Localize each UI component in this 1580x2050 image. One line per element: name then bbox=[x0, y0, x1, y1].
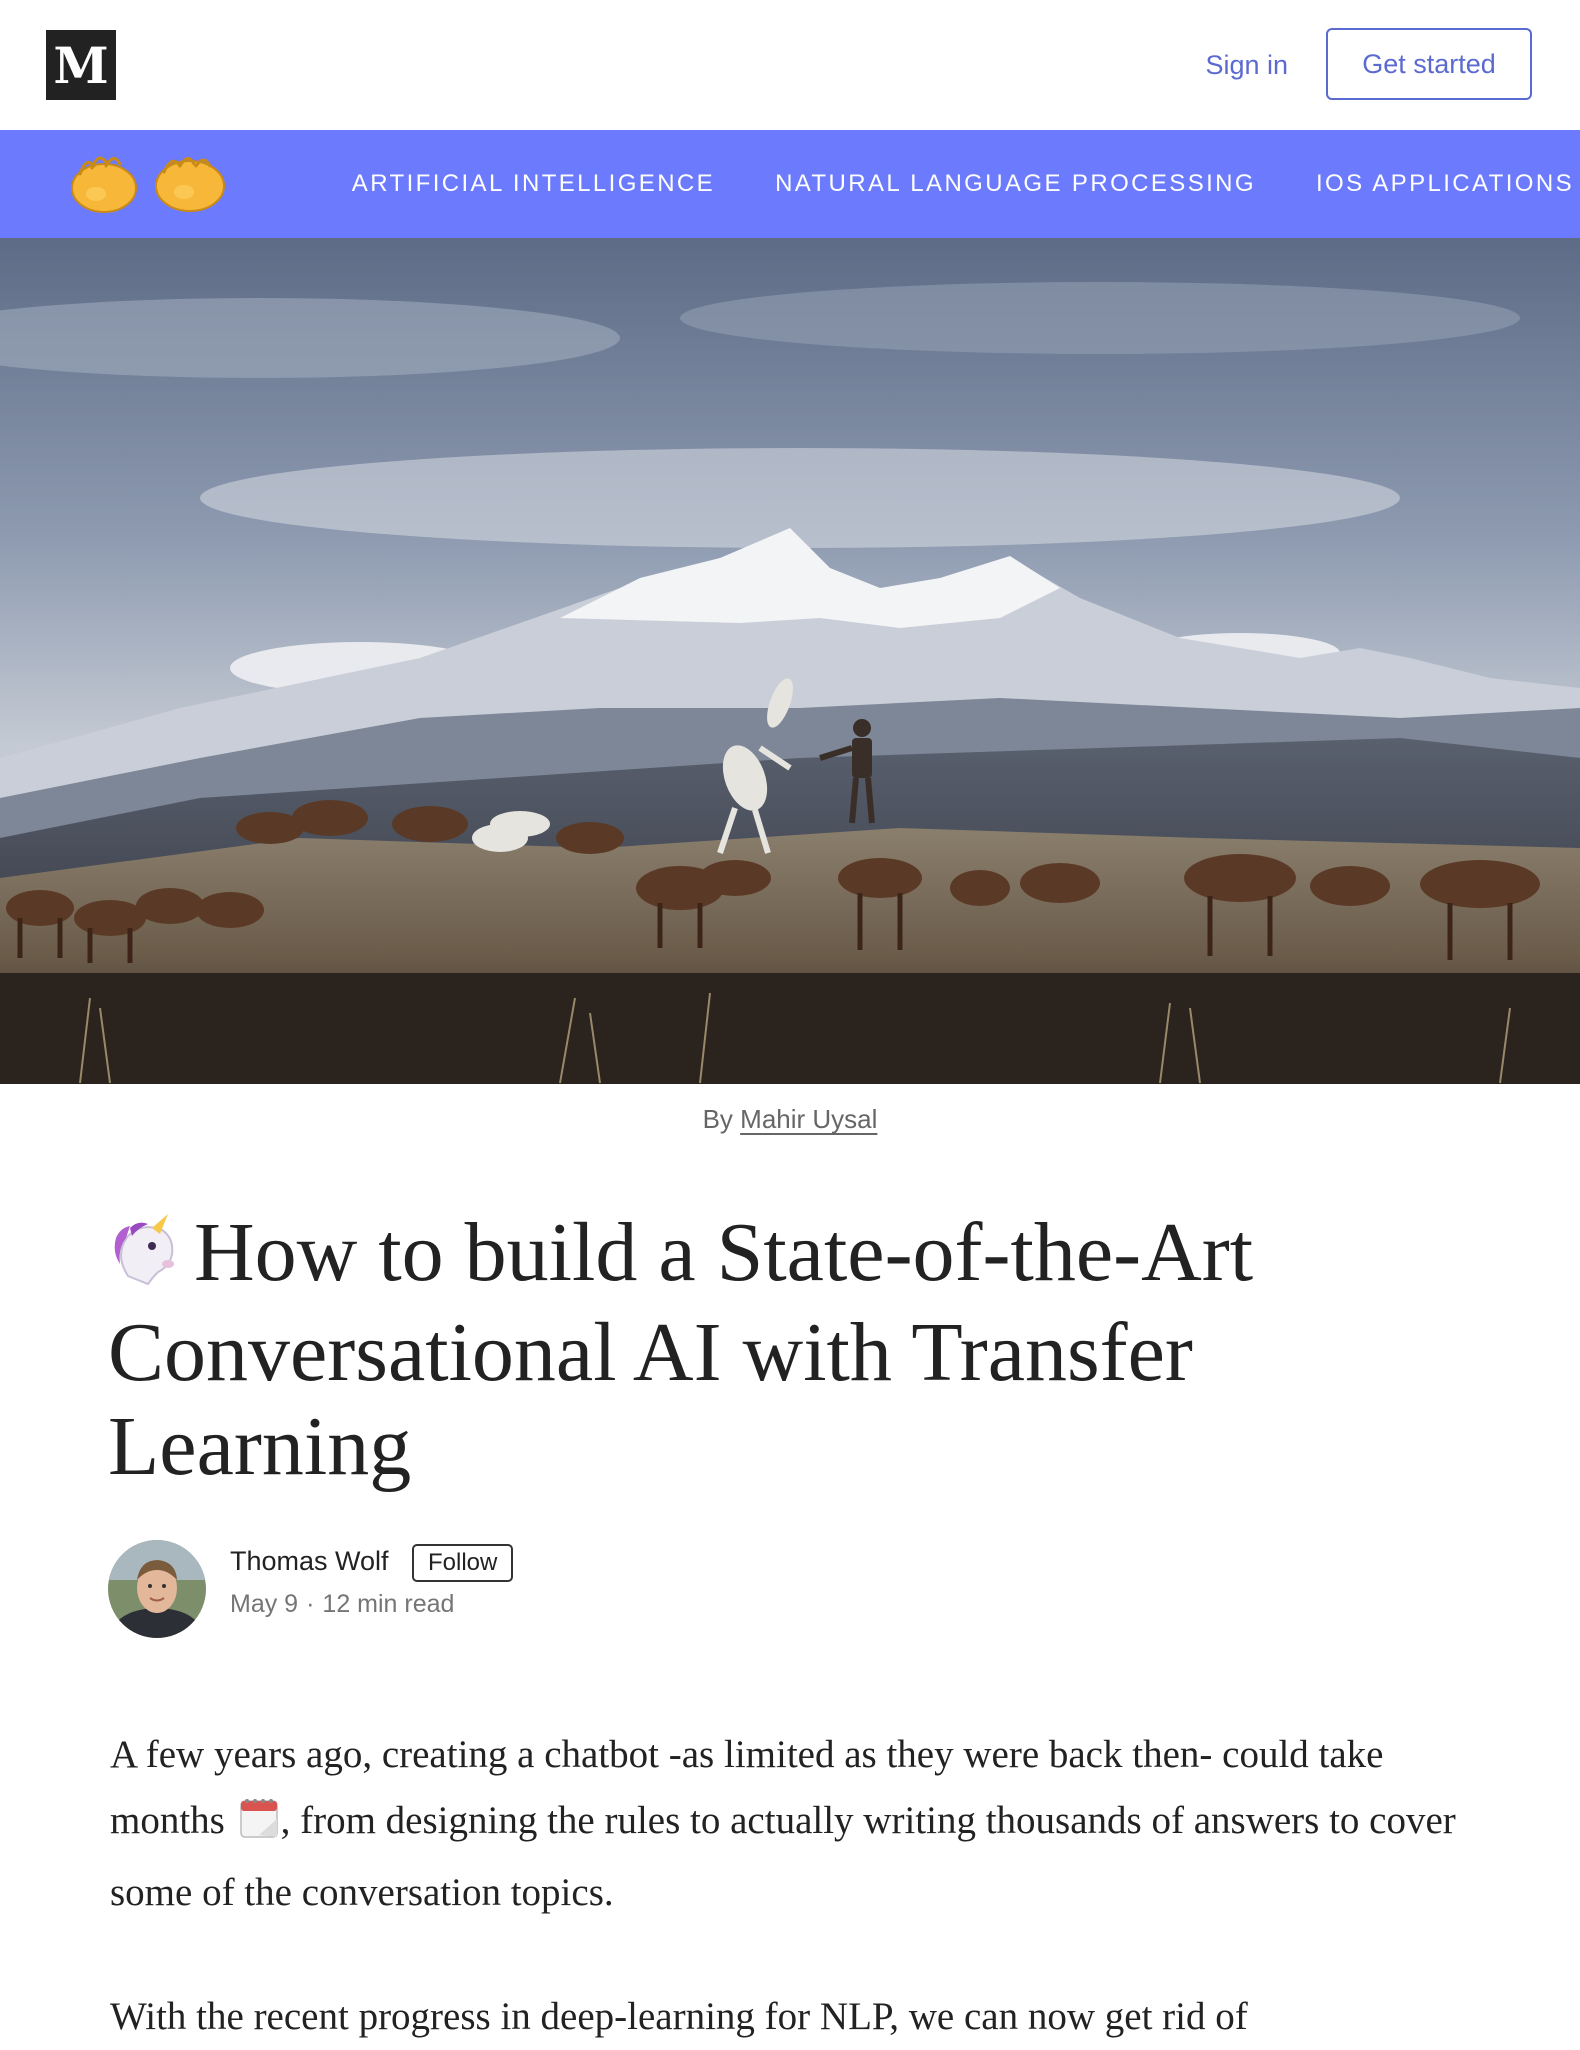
get-started-button[interactable]: Get started bbox=[1326, 28, 1532, 100]
publication-nav: ARTIFICIAL INTELLIGENCE NATURAL LANGUAGE… bbox=[0, 130, 1580, 238]
paragraph: A few years ago, creating a chatbot -as … bbox=[110, 1722, 1490, 1926]
nav-link-natural-language-processing[interactable]: NATURAL LANGUAGE PROCESSING bbox=[775, 170, 1256, 198]
hero-image bbox=[0, 238, 1580, 1084]
photographer-link[interactable]: Mahir Uysal bbox=[740, 1104, 877, 1134]
medium-logo[interactable]: M bbox=[46, 30, 116, 100]
calendar-icon bbox=[239, 1794, 279, 1860]
paragraph-text-end: , from designing the rules to actually w… bbox=[110, 1799, 1456, 1914]
author-name-link[interactable]: Thomas Wolf bbox=[230, 1546, 389, 1577]
article-title-text: How to build a State-of-the-Art Conversa… bbox=[108, 1206, 1254, 1493]
author-avatar[interactable] bbox=[108, 1540, 206, 1638]
sign-in-link[interactable]: Sign in bbox=[1205, 42, 1288, 88]
nav-link-artificial-intelligence[interactable]: ARTIFICIAL INTELLIGENCE bbox=[352, 170, 715, 198]
author-block: Thomas Wolf Follow May 9 · 12 min read bbox=[108, 1540, 908, 1640]
top-bar: M Sign in Get started bbox=[0, 0, 1580, 130]
clapping-hands-icon[interactable] bbox=[68, 154, 232, 214]
image-caption: By Mahir Uysal bbox=[0, 1104, 1580, 1135]
meta-separator: · bbox=[306, 1590, 315, 1618]
topic-links: ARTIFICIAL INTELLIGENCE NATURAL LANGUAGE… bbox=[292, 130, 1574, 238]
nav-link-ios-applications[interactable]: IOS APPLICATIONS bbox=[1316, 170, 1574, 198]
read-time: 12 min read bbox=[322, 1590, 455, 1618]
article-title: How to build a State-of-the-Art Conversa… bbox=[108, 1206, 1408, 1494]
post-meta: May 9 · 12 min read bbox=[230, 1590, 454, 1619]
paragraph: With the recent progress in deep-learnin… bbox=[110, 1995, 1248, 2038]
post-date: May 9 bbox=[230, 1590, 299, 1618]
follow-button[interactable]: Follow bbox=[412, 1544, 514, 1582]
caption-prefix: By bbox=[702, 1104, 733, 1134]
unicorn-icon bbox=[108, 1212, 184, 1306]
